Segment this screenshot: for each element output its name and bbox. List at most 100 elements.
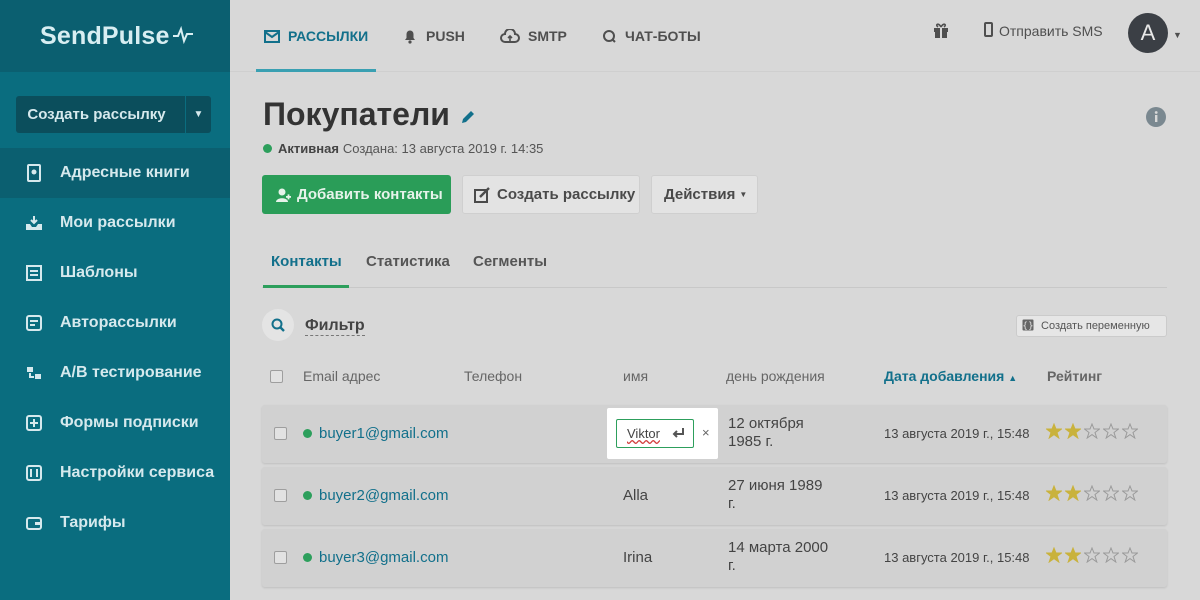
column-rating[interactable]: Рейтинг — [1047, 368, 1102, 384]
automation-icon — [24, 313, 44, 333]
name-cell[interactable]: Alla — [623, 487, 648, 504]
star-filled-icon[interactable] — [1065, 485, 1081, 501]
row-checkbox[interactable] — [274, 489, 287, 502]
star-filled-icon[interactable] — [1065, 423, 1081, 439]
gift-icon[interactable] — [933, 22, 949, 44]
logo[interactable]: SendPulse — [0, 0, 230, 72]
sidebar-item-pricing[interactable]: Тарифы — [0, 498, 230, 548]
status-badge: Активная — [278, 141, 339, 156]
form-icon — [24, 413, 44, 433]
phone-icon — [984, 22, 993, 40]
pencil-icon[interactable] — [460, 96, 476, 133]
cloud-upload-icon — [500, 29, 520, 43]
email-link[interactable]: buyer3@gmail.com — [319, 549, 448, 566]
birthday-cell[interactable]: 12 октября 1985 г. — [728, 415, 804, 451]
info-icon[interactable] — [1146, 107, 1166, 132]
column-email[interactable]: Email адрес — [303, 368, 380, 384]
compose-icon — [474, 186, 491, 203]
caret-down-icon[interactable]: ▼ — [185, 96, 211, 133]
tab-campaigns[interactable]: РАССЫЛКИ — [255, 0, 377, 72]
close-icon[interactable]: × — [702, 425, 710, 440]
sidebar-item-label: Формы подписки — [60, 414, 199, 431]
star-empty-icon[interactable] — [1122, 547, 1138, 563]
page-title: Покупатели — [263, 96, 476, 133]
sidebar-item-label: Адресные книги — [60, 164, 190, 181]
email-cell[interactable]: buyer1@gmail.com — [303, 425, 448, 442]
sidebar-nav: Адресные книги Мои рассылки Шаблоны Авто… — [0, 148, 230, 548]
pulse-icon — [172, 22, 193, 51]
inline-edit-popover: Viktor × — [607, 408, 718, 459]
star-filled-icon[interactable] — [1065, 547, 1081, 563]
star-empty-icon[interactable] — [1122, 423, 1138, 439]
active-status-dot — [303, 429, 312, 438]
star-filled-icon[interactable] — [1046, 423, 1062, 439]
star-filled-icon[interactable] — [1046, 485, 1062, 501]
name-edit-input[interactable]: Viktor — [616, 419, 694, 448]
star-filled-icon[interactable] — [1046, 547, 1062, 563]
tab-chatbots[interactable]: ЧАТ-БОТЫ — [602, 0, 701, 72]
name-cell[interactable]: Irina — [623, 549, 652, 566]
star-empty-icon[interactable] — [1122, 485, 1138, 501]
email-cell[interactable]: buyer2@gmail.com — [303, 487, 448, 504]
birthday-cell[interactable]: 27 июня 1989 г. — [728, 477, 822, 513]
create-campaign-label: Создать рассылку — [497, 186, 636, 203]
tab-segments[interactable]: Сегменты — [473, 246, 547, 288]
row-checkbox[interactable] — [274, 551, 287, 564]
star-empty-icon[interactable] — [1103, 485, 1119, 501]
tab-push[interactable]: PUSH — [402, 0, 465, 72]
avatar[interactable]: A — [1128, 13, 1168, 53]
table-row[interactable]: buyer2@gmail.com Alla 27 июня 1989 г. 13… — [262, 467, 1167, 525]
column-birthday[interactable]: день рождения — [726, 368, 825, 384]
table-header: Email адрес Телефон имя день рождения Да… — [262, 365, 1167, 389]
email-link[interactable]: buyer2@gmail.com — [319, 487, 448, 504]
tab-statistics[interactable]: Статистика — [366, 246, 450, 288]
create-variable-button[interactable]: {} Создать переменную — [1016, 315, 1167, 337]
sidebar-item-templates[interactable]: Шаблоны — [0, 248, 230, 298]
email-link[interactable]: buyer1@gmail.com — [319, 425, 448, 442]
date-added-cell: 13 августа 2019 г., 15:48 — [884, 550, 1030, 565]
enter-icon[interactable] — [671, 427, 685, 442]
create-campaign-button[interactable]: Создать рассылку — [462, 175, 640, 214]
sidebar-item-my-campaigns[interactable]: Мои рассылки — [0, 198, 230, 248]
birthday-line: 14 марта 2000 — [728, 539, 829, 556]
column-name[interactable]: имя — [623, 368, 648, 384]
chat-icon — [602, 29, 617, 44]
actions-dropdown[interactable]: Действия ▼ — [651, 175, 758, 214]
active-status-dot — [303, 553, 312, 562]
star-empty-icon[interactable] — [1084, 485, 1100, 501]
star-empty-icon[interactable] — [1103, 547, 1119, 563]
star-empty-icon[interactable] — [1103, 423, 1119, 439]
tab-label: PUSH — [426, 28, 465, 44]
caret-down-icon[interactable]: ▼ — [1173, 30, 1182, 40]
sidebar-item-ab-testing[interactable]: A/B тестирование — [0, 348, 230, 398]
star-empty-icon[interactable] — [1084, 547, 1100, 563]
name-edit-value: Viktor — [627, 426, 660, 441]
sidebar-item-label: A/B тестирование — [60, 364, 202, 381]
filter-toggle[interactable]: Фильтр — [305, 317, 365, 336]
star-empty-icon[interactable] — [1084, 423, 1100, 439]
sidebar-item-subscription-forms[interactable]: Формы подписки — [0, 398, 230, 448]
sidebar-item-label: Мои рассылки — [60, 214, 176, 231]
select-all-checkbox[interactable] — [270, 370, 283, 383]
sidebar-item-autoresponders[interactable]: Авторассылки — [0, 298, 230, 348]
table-row[interactable]: buyer3@gmail.com Irina 14 марта 2000 г. … — [262, 529, 1167, 587]
rating-stars[interactable] — [1046, 547, 1138, 563]
tab-contacts[interactable]: Контакты — [263, 246, 349, 288]
birthday-cell[interactable]: 14 марта 2000 г. — [728, 539, 828, 575]
column-phone[interactable]: Телефон — [464, 368, 522, 384]
send-sms-link[interactable]: Отправить SMS — [984, 22, 1103, 40]
column-date-added-label: Дата добавления — [884, 368, 1005, 384]
tab-smtp[interactable]: SMTP — [500, 0, 567, 72]
add-contacts-button[interactable]: Добавить контакты — [262, 175, 451, 214]
email-cell[interactable]: buyer3@gmail.com — [303, 549, 448, 566]
row-checkbox[interactable] — [274, 427, 287, 440]
sidebar-item-address-books[interactable]: Адресные книги — [0, 148, 230, 198]
search-icon[interactable] — [262, 309, 294, 341]
send-sms-label: Отправить SMS — [999, 23, 1103, 39]
column-date-added[interactable]: Дата добавления ▲ — [884, 368, 1017, 384]
create-campaign-sidebar-button[interactable]: Создать рассылку ▼ — [16, 96, 211, 133]
sidebar-item-settings[interactable]: Настройки сервиса — [0, 448, 230, 498]
rating-stars[interactable] — [1046, 423, 1138, 439]
birthday-line: 27 июня 1989 — [728, 477, 823, 494]
rating-stars[interactable] — [1046, 485, 1138, 501]
